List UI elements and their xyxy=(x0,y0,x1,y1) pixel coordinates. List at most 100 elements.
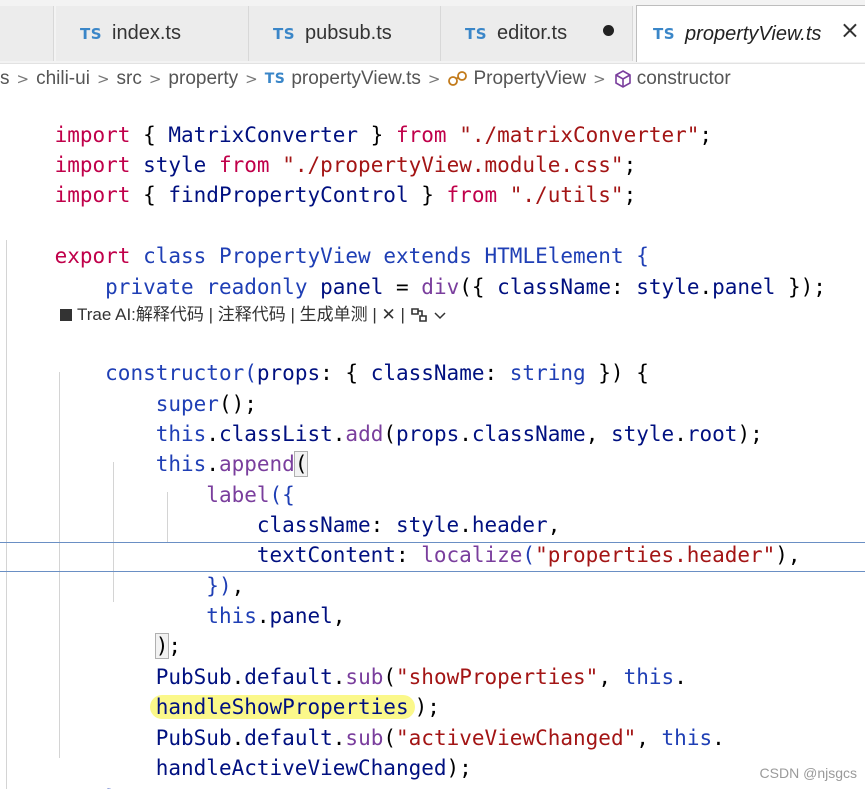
token-identifier: props xyxy=(396,422,460,446)
trae-ai-icon xyxy=(60,309,72,321)
token-identifier: panel xyxy=(269,604,333,628)
token-identifier: className xyxy=(471,422,586,446)
code-line[interactable]: super(); xyxy=(4,359,257,416)
token-punct: . xyxy=(256,604,270,628)
code-line[interactable]: label({ xyxy=(4,450,295,507)
code-line[interactable]: }), xyxy=(4,541,244,598)
code-line[interactable]: PubSub.default.sub("showProperties", thi… xyxy=(4,632,687,689)
token-identifier: panel xyxy=(712,275,776,299)
breadcrumb-item-method[interactable]: constructor xyxy=(637,68,731,90)
tab-pubsub-ts[interactable]: TS pubsub.ts xyxy=(249,6,441,61)
token-punct: . xyxy=(674,422,687,446)
token-identifier: style xyxy=(610,422,675,446)
token-identifier: className xyxy=(370,361,485,385)
unsaved-changes-dot-icon[interactable] xyxy=(603,25,614,36)
code-lens-actions[interactable]: Trae AI:解释代码 | 注释代码 | 生成单测 | ✕ | xyxy=(77,302,405,328)
code-editor[interactable]: import { MatrixConverter } from "./matri… xyxy=(0,90,865,789)
code-line[interactable]: export class PropertyView extends HTMLEl… xyxy=(4,211,649,268)
token-punct: ( xyxy=(383,422,397,446)
token-identifier: className xyxy=(497,275,611,299)
code-line[interactable]: handleShowProperties); xyxy=(4,662,440,719)
breadcrumb-item[interactable]: src xyxy=(117,68,142,90)
token-punct: : xyxy=(484,361,510,385)
token-identifier: style xyxy=(636,275,700,299)
token-punct: ; xyxy=(623,183,637,207)
trae-ai-code-lens[interactable]: Trae AI:解释代码 | 注释代码 | 生成单测 | ✕ | xyxy=(60,302,451,328)
token-identifier: root xyxy=(686,422,738,446)
tab-label: propertyView.ts xyxy=(685,22,822,45)
token-punct: : xyxy=(610,275,637,299)
token-identifier: findPropertyControl xyxy=(168,183,409,207)
tab-overflow[interactable] xyxy=(0,6,54,61)
code-line[interactable]: import { MatrixConverter } from "./matri… xyxy=(4,90,713,147)
code-line[interactable]: constructor(props: { className: string }… xyxy=(4,328,649,385)
trae-ai-settings-icon[interactable] xyxy=(409,306,429,324)
token-function: div xyxy=(421,275,460,299)
token-punct: ); xyxy=(737,422,763,446)
token-keyword: import xyxy=(54,183,131,207)
token-type: string xyxy=(509,361,586,385)
code-line[interactable]: import { findPropertyControl } from "./u… xyxy=(4,150,637,207)
class-symbol-icon xyxy=(447,70,469,88)
token-punct: } xyxy=(408,183,447,207)
tab-editor-ts[interactable]: TS editor.ts xyxy=(441,6,633,61)
code-line[interactable]: this.classList.add(props.className, styl… xyxy=(4,389,763,446)
code-line[interactable]: handleActiveViewChanged); xyxy=(4,723,472,780)
typescript-file-icon: TS xyxy=(465,24,488,43)
chevron-right-icon: > xyxy=(427,70,441,88)
code-line[interactable]: } xyxy=(4,753,118,789)
token-punct: ; xyxy=(699,123,713,147)
typescript-file-icon: TS xyxy=(80,24,103,43)
breadcrumb-item-class[interactable]: PropertyView xyxy=(473,68,586,90)
token-punct: : xyxy=(395,543,422,567)
code-line[interactable]: this.panel, xyxy=(4,571,345,628)
tab-index-ts[interactable]: TS index.ts xyxy=(56,6,249,61)
token-function: add xyxy=(345,422,384,446)
token-identifier: handleActiveViewChanged xyxy=(155,756,447,780)
code-line[interactable]: private readonly panel = div({ className… xyxy=(4,242,826,299)
code-line[interactable]: PubSub.default.sub("activeViewChanged", … xyxy=(4,693,725,750)
code-line[interactable]: textContent: localize("properties.header… xyxy=(4,510,801,567)
code-line[interactable]: ); xyxy=(4,601,181,659)
breadcrumb-item[interactable]: chili-ui xyxy=(36,68,90,90)
token-punct: , xyxy=(585,422,611,446)
code-line[interactable]: className: style.header, xyxy=(4,480,560,537)
token-punct: . xyxy=(712,726,725,750)
tab-bar: TS index.ts TS pubsub.ts TS editor.ts TS… xyxy=(0,0,865,64)
token-punct: , xyxy=(636,726,662,750)
token-keyword: private xyxy=(105,275,194,299)
token-punct: . xyxy=(674,665,687,689)
typescript-file-icon: TS xyxy=(264,71,286,87)
method-symbol-icon xyxy=(613,69,633,89)
typescript-file-icon: TS xyxy=(273,24,296,43)
chevron-right-icon: > xyxy=(593,70,606,88)
breadcrumb-item-file[interactable]: propertyView.ts xyxy=(291,68,421,90)
token-punct: , xyxy=(598,665,624,689)
close-tab-icon[interactable]: × xyxy=(840,16,860,44)
token-keyword: this xyxy=(623,665,675,689)
code-line[interactable]: import style from "./propertyView.module… xyxy=(4,120,637,177)
token-function: localize xyxy=(421,543,523,567)
chevron-down-icon[interactable] xyxy=(433,308,447,322)
tab-label: pubsub.ts xyxy=(305,22,392,44)
token-punct: . xyxy=(459,422,472,446)
token-keyword: from xyxy=(446,183,498,207)
token-punct: . xyxy=(699,275,713,299)
token-string: "./utils" xyxy=(509,183,624,207)
token-keyword: this xyxy=(661,726,713,750)
code-line[interactable]: this.append( xyxy=(4,419,309,477)
matching-bracket: ( xyxy=(293,451,309,477)
watermark: CSDN @njsgcs xyxy=(759,765,857,781)
breadcrumb-item[interactable]: property xyxy=(168,68,238,90)
chevron-right-icon: > xyxy=(148,70,162,88)
token-punct: ), xyxy=(775,543,801,567)
token-punct: ({ xyxy=(459,275,498,299)
breadcrumb-item[interactable]: s xyxy=(0,68,10,90)
token-punct: ); xyxy=(446,756,472,780)
token-punct: ( xyxy=(522,543,536,567)
tab-propertyview-ts[interactable]: TS propertyView.ts × xyxy=(636,5,865,62)
token-punct: . xyxy=(332,422,346,446)
